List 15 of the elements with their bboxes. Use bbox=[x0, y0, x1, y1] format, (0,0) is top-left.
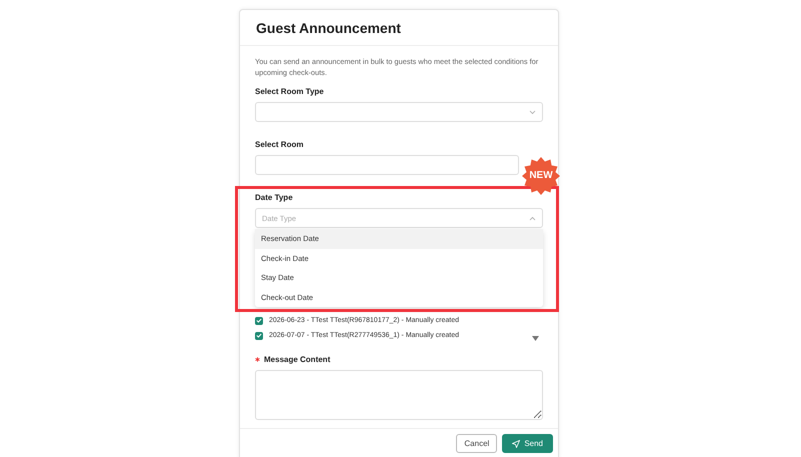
chevron-up-icon bbox=[529, 216, 536, 220]
chevron-down-icon bbox=[529, 110, 536, 114]
field-label: Message Content bbox=[264, 355, 330, 364]
checkbox[interactable] bbox=[255, 332, 263, 340]
dialog-title: Guest Announcement bbox=[256, 20, 401, 36]
new-badge: NEW bbox=[522, 157, 560, 195]
scroll-down-icon[interactable] bbox=[532, 336, 539, 341]
send-icon bbox=[512, 440, 520, 448]
field-label: Select Room Type bbox=[255, 87, 324, 96]
send-button[interactable]: Send bbox=[502, 434, 553, 453]
field-label: Date Type bbox=[255, 193, 293, 202]
cancel-button[interactable]: Cancel bbox=[456, 434, 498, 453]
checkbox[interactable] bbox=[255, 316, 263, 324]
field-label: Select Room bbox=[255, 140, 304, 149]
room-input[interactable] bbox=[255, 155, 519, 175]
